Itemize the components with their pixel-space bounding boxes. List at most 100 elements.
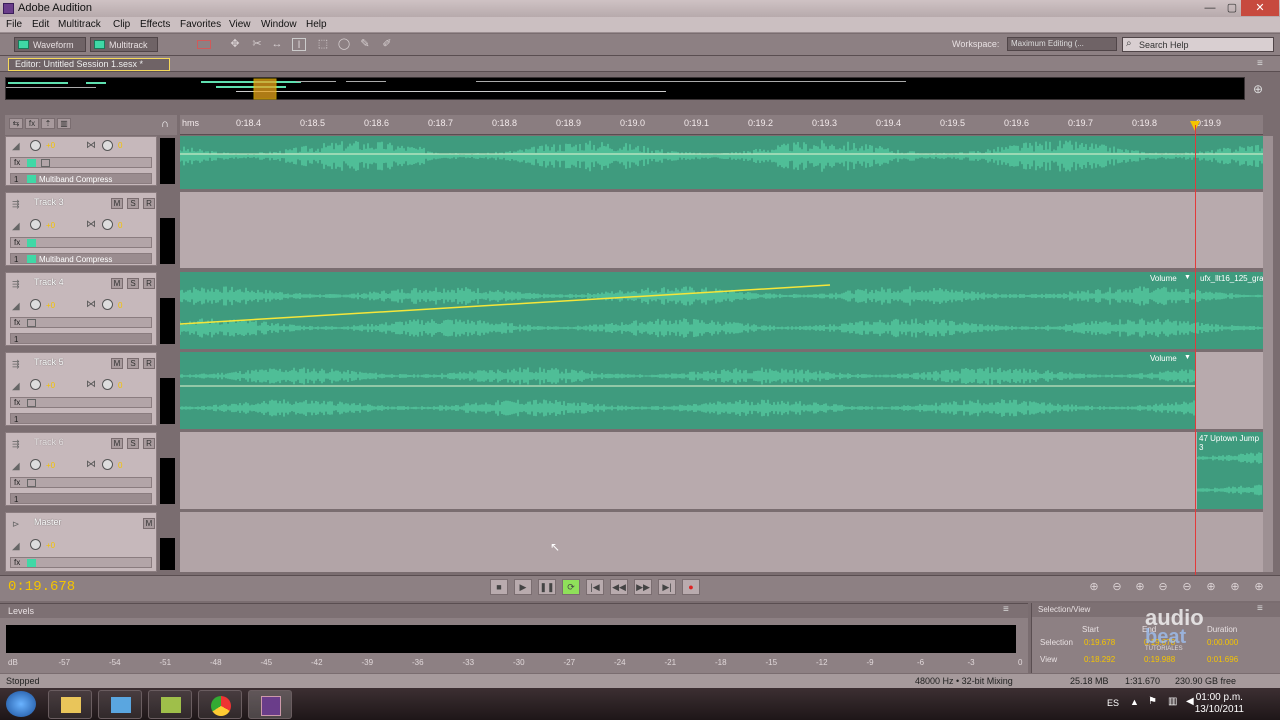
menu-window[interactable]: Window <box>261 19 297 30</box>
zoom-in-amplitude-icon[interactable]: ⊕ <box>1085 580 1103 594</box>
search-help-field[interactable]: ⌕ Search Help <box>1122 37 1274 52</box>
volume-knob[interactable] <box>30 219 41 230</box>
audio-clip[interactable] <box>180 136 1263 189</box>
skip-next-button[interactable]: ▶| <box>658 579 676 595</box>
menu-multitrack[interactable]: Multitrack <box>58 19 101 30</box>
volume-knob[interactable] <box>30 459 41 470</box>
chrome-icon[interactable] <box>198 690 242 719</box>
record-arm-button[interactable]: R <box>143 358 155 369</box>
menu-file[interactable]: File <box>6 19 22 30</box>
menu-favorites[interactable]: Favorites <box>180 19 221 30</box>
network-icon[interactable]: ▥ <box>1168 696 1177 707</box>
rewind-button[interactable]: ◀◀ <box>610 579 628 595</box>
volume-value[interactable]: +0 <box>46 461 55 470</box>
loop-button[interactable]: ⟳ <box>562 579 580 595</box>
volume-value[interactable]: +0 <box>46 221 55 230</box>
pan-knob[interactable] <box>102 379 113 390</box>
explorer-icon[interactable] <box>48 690 92 719</box>
time-selection-tool-icon[interactable]: I <box>292 38 306 51</box>
play-button[interactable]: ▶ <box>514 579 532 595</box>
mute-button[interactable]: M <box>111 278 123 289</box>
power-icon[interactable] <box>27 159 36 167</box>
pause-button[interactable]: ❚❚ <box>538 579 556 595</box>
flag-icon[interactable]: ⚑ <box>1148 696 1157 707</box>
mute-button[interactable]: M <box>143 518 155 529</box>
audio-clip[interactable]: Volume ▼ <box>180 352 1195 429</box>
track-lane[interactable]: 47 Uptown Jump 3 <box>180 432 1263 509</box>
eq-icon[interactable]: ▥ <box>57 118 71 129</box>
timecode-display[interactable]: 0:19.678 <box>8 579 75 595</box>
audition-taskbar-icon[interactable] <box>248 690 292 719</box>
maximize-button[interactable]: ▢ <box>1223 0 1241 16</box>
empty-region[interactable] <box>1195 352 1263 429</box>
spot-healing-tool-icon[interactable]: ✐ <box>380 38 394 51</box>
effect-slot[interactable]: 1 <box>10 493 152 504</box>
levels-title[interactable]: Levels <box>8 606 34 616</box>
effects-rack-icon[interactable]: fx <box>25 118 39 129</box>
track-lane[interactable]: Volume ▼ <box>180 352 1263 429</box>
record-arm-button[interactable]: R <box>143 438 155 449</box>
timeline-ruler[interactable]: hms 0:18.4 0:18.5 0:18.6 0:18.7 0:18.8 0… <box>180 115 1263 135</box>
chevron-down-icon[interactable]: ▼ <box>1184 354 1191 361</box>
slip-tool-icon[interactable]: ↔ <box>270 38 284 51</box>
volume-knob[interactable] <box>30 299 41 310</box>
menu-effects[interactable]: Effects <box>140 19 170 30</box>
track-lane[interactable] <box>180 192 1263 268</box>
clip-volume-label[interactable]: Volume <box>1150 274 1177 283</box>
headphones-icon[interactable]: ∩ <box>161 118 169 130</box>
media-icon[interactable] <box>148 690 192 719</box>
speaker-icon[interactable]: ◀ <box>1186 696 1194 707</box>
mute-button[interactable]: M <box>111 198 123 209</box>
master-lane[interactable] <box>180 512 1263 572</box>
editor-tab[interactable]: Editor: Untitled Session 1.sesx * <box>8 58 170 71</box>
vertical-scrollbar[interactable] <box>1263 136 1273 572</box>
lasso-tool-icon[interactable]: ◯ <box>337 38 351 51</box>
zoom-out-time-icon[interactable]: ⊖ <box>1154 580 1172 594</box>
effect-power-icon[interactable] <box>27 175 36 183</box>
audio-clip[interactable]: 47 Uptown Jump 3 <box>1197 432 1263 509</box>
zoom-overview-icon[interactable]: ⊕ <box>1253 82 1263 96</box>
start-button[interactable] <box>6 691 36 717</box>
language-indicator[interactable]: ES <box>1107 698 1119 708</box>
audio-clip[interactable]: Volume ▼ ufx_llt16_125_gravi <box>180 272 1263 349</box>
power-icon[interactable] <box>27 319 36 327</box>
zoom-out-amplitude-icon[interactable]: ⊖ <box>1108 580 1126 594</box>
brush-tool-icon[interactable]: ✎ <box>358 38 372 51</box>
razor-tool-icon[interactable]: ✂ <box>250 38 264 51</box>
pan-knob[interactable] <box>102 299 113 310</box>
skip-previous-button[interactable]: |◀ <box>586 579 604 595</box>
solo-button[interactable]: S <box>127 358 139 369</box>
zoom-tracks-icon[interactable]: ⊕ <box>1250 580 1268 594</box>
effect-slot[interactable]: 1 Multiband Compress <box>10 173 152 184</box>
stop-button[interactable]: ■ <box>490 579 508 595</box>
chevron-down-icon[interactable]: ▼ <box>1184 274 1191 281</box>
record-arm-button[interactable]: R <box>143 198 155 209</box>
pan-knob[interactable] <box>102 459 113 470</box>
effect-slot[interactable]: 1 Multiband Compress <box>10 253 152 264</box>
panel-menu-icon[interactable]: ≡ <box>1003 604 1009 615</box>
track-name[interactable]: Master <box>34 517 62 527</box>
menu-view[interactable]: View <box>229 19 251 30</box>
track-name[interactable]: Track 5 <box>34 357 64 367</box>
track-lane[interactable]: Volume ▼ ufx_llt16_125_gravi <box>180 272 1263 349</box>
power-icon[interactable] <box>27 559 36 567</box>
volume-value[interactable]: +0 <box>46 141 55 150</box>
effect-power-icon[interactable] <box>27 255 36 263</box>
volume-knob[interactable] <box>30 379 41 390</box>
marquee-tool-icon[interactable]: ⬚ <box>316 38 330 51</box>
volume-value[interactable]: +0 <box>46 301 55 310</box>
mute-button[interactable]: M <box>111 438 123 449</box>
track-name[interactable]: Track 6 <box>34 437 64 447</box>
spectral-display-icon[interactable] <box>197 40 211 49</box>
pre-fader-icon[interactable] <box>41 159 50 167</box>
pan-knob[interactable] <box>102 219 113 230</box>
track-lane[interactable] <box>180 136 1263 189</box>
selection-start-value[interactable]: 0:19.678 <box>1084 638 1115 647</box>
sends-icon[interactable]: ⇡ <box>41 118 55 129</box>
view-start-value[interactable]: 0:18.292 <box>1084 655 1115 664</box>
effect-slot[interactable]: 1 <box>10 333 152 344</box>
panel-menu-icon[interactable]: ≡ <box>1257 603 1263 614</box>
zoom-in-point-icon[interactable]: ⊕ <box>1202 580 1220 594</box>
track-name[interactable]: Track 4 <box>34 277 64 287</box>
desktop-icon[interactable] <box>98 690 142 719</box>
